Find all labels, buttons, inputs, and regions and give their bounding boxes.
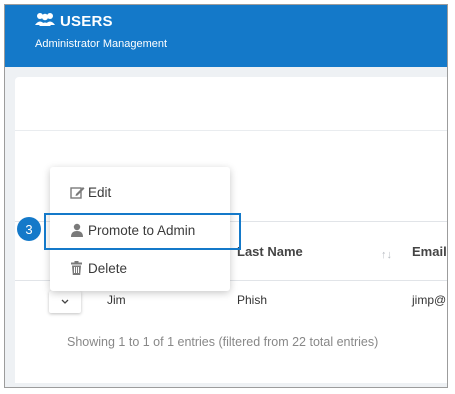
page-subtitle: Administrator Management: [35, 38, 168, 50]
menu-item-label: Delete: [88, 260, 128, 276]
page-title: USERS: [35, 12, 113, 30]
cell-first-name: Jim: [107, 293, 126, 307]
chevron-down-icon: [61, 297, 69, 307]
page-title-text: USERS: [60, 12, 113, 30]
trash-icon: [70, 261, 84, 275]
cell-last-name: Phish: [237, 293, 268, 307]
cell-email: jimp@: [412, 293, 447, 307]
page-header: USERS Administrator Management: [5, 5, 447, 67]
users-icon: [35, 12, 55, 30]
card-divider: [15, 130, 447, 131]
row-actions-toggle[interactable]: [49, 291, 81, 313]
menu-item-edit[interactable]: Edit: [70, 182, 111, 202]
menu-item-label: Edit: [88, 184, 112, 200]
column-header-email[interactable]: Email: [412, 244, 447, 259]
step-badge: 3: [17, 217, 41, 241]
table-info: Showing 1 to 1 of 1 entries (filtered fr…: [67, 335, 379, 349]
edit-icon: [70, 185, 85, 199]
callout-highlight: [44, 213, 241, 250]
sort-icon[interactable]: ↑↓: [381, 249, 392, 261]
app-window: USERS Administrator Management Last Name…: [4, 4, 448, 388]
column-header-last-name[interactable]: Last Name: [237, 244, 303, 259]
menu-item-delete[interactable]: Delete: [70, 258, 127, 278]
